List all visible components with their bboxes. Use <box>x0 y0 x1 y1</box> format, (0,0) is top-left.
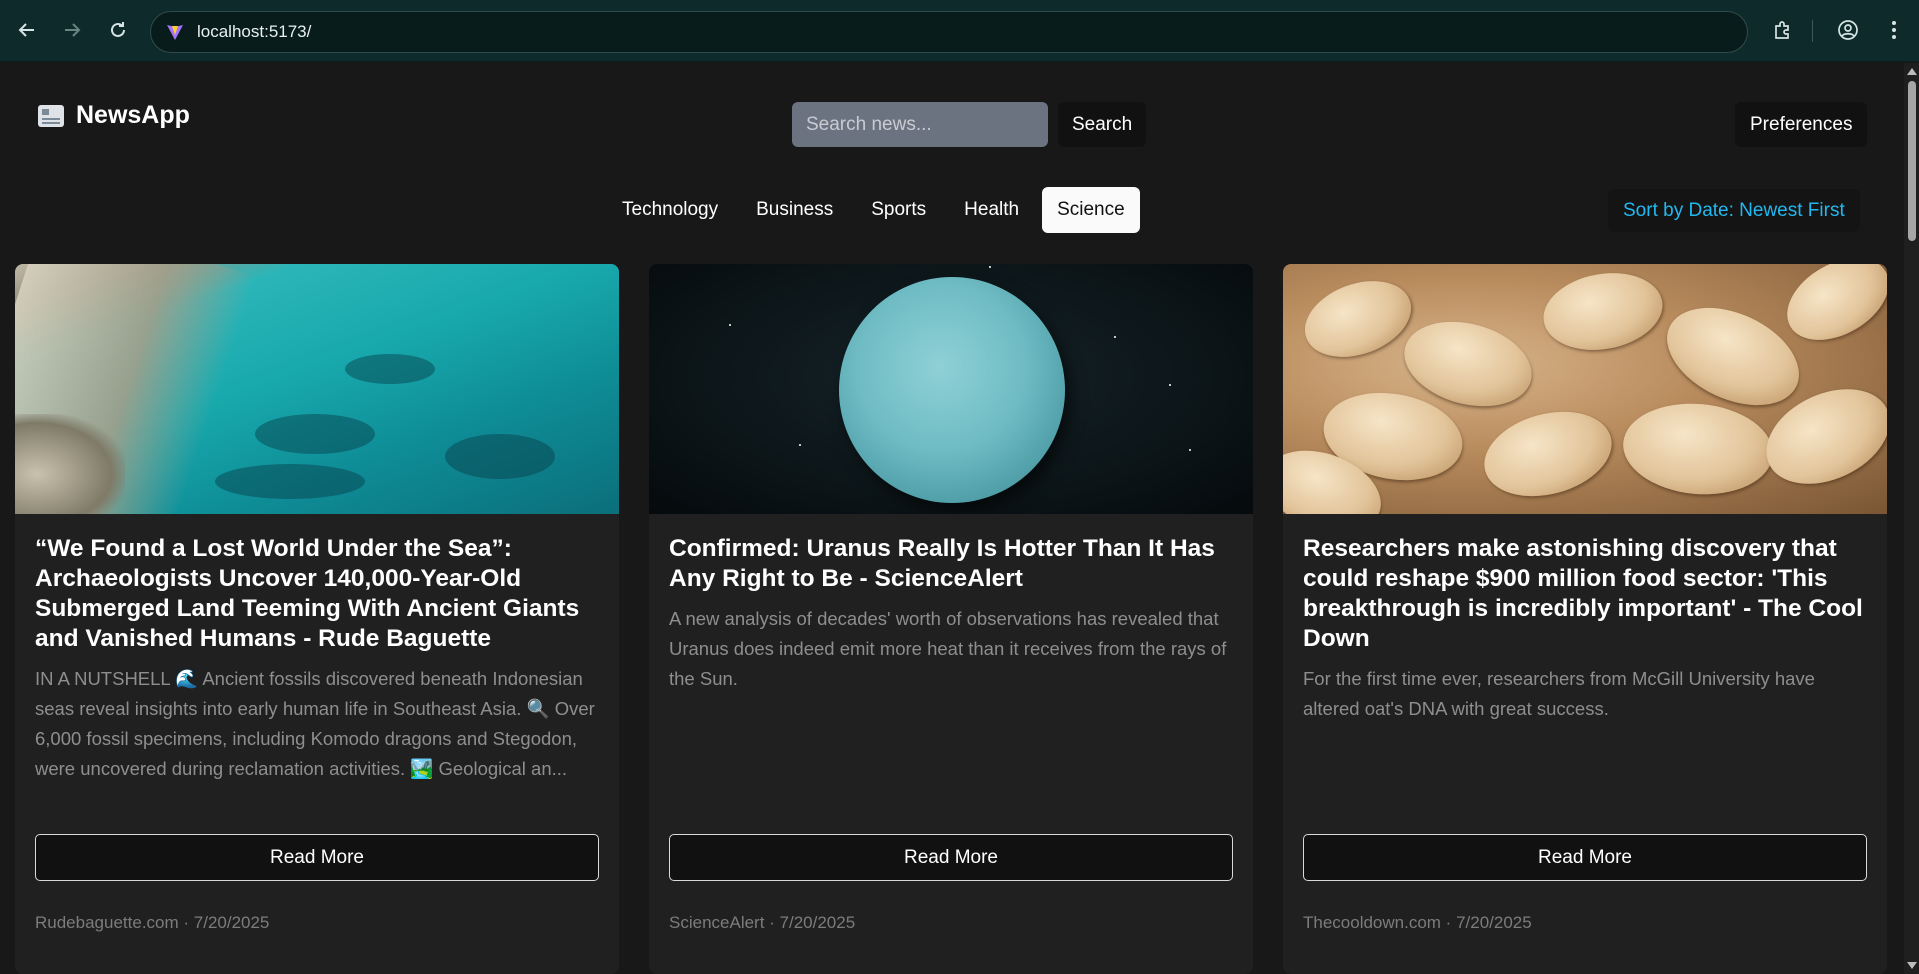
search-button[interactable]: Search <box>1058 102 1147 147</box>
tab-science[interactable]: Science <box>1042 187 1140 233</box>
article-description: IN A NUTSHELL 🌊 Ancient fossils discover… <box>35 668 595 779</box>
article-image[interactable] <box>15 264 619 514</box>
scroll-down-icon[interactable] <box>1907 962 1917 969</box>
read-more-button[interactable]: Read More <box>669 834 1233 881</box>
article-image[interactable] <box>649 264 1253 514</box>
app-logo[interactable]: NewsApp <box>38 101 190 130</box>
vite-icon <box>163 20 187 44</box>
browser-toolbar: localhost:5173/ <box>0 0 1919 62</box>
search-input[interactable] <box>792 102 1048 147</box>
profile-icon[interactable] <box>1833 15 1863 45</box>
article-description: A new analysis of decades' worth of obse… <box>669 608 1227 689</box>
scroll-up-icon[interactable] <box>1907 68 1917 75</box>
app-name: NewsApp <box>76 101 190 129</box>
scroll-thumb[interactable] <box>1908 81 1916 241</box>
forward-icon[interactable] <box>57 15 87 45</box>
article-card: Confirmed: Uranus Really Is Hotter Than … <box>649 264 1253 974</box>
article-card: Researchers make astonishing discovery t… <box>1283 264 1887 974</box>
url-text: localhost:5173/ <box>197 22 312 41</box>
article-meta: Thecooldown.com · 7/20/2025 <box>1303 913 1532 932</box>
tab-health[interactable]: Health <box>949 187 1034 233</box>
article-meta: Rudebaguette.com · 7/20/2025 <box>35 913 270 932</box>
article-card: “We Found a Lost World Under the Sea”: A… <box>15 264 619 974</box>
article-description: For the first time ever, researchers fro… <box>1303 668 1815 719</box>
newspaper-icon <box>38 104 64 127</box>
article-title[interactable]: Confirmed: Uranus Really Is Hotter Than … <box>669 534 1235 594</box>
article-title[interactable]: “We Found a Lost World Under the Sea”: A… <box>35 534 601 654</box>
page-content: NewsApp Search Preferences Technology Bu… <box>0 63 1904 974</box>
menu-kebab-icon[interactable] <box>1879 15 1909 45</box>
reload-icon[interactable] <box>103 15 133 45</box>
uranus-planet <box>839 277 1065 503</box>
toolbar-divider <box>1812 20 1813 42</box>
preferences-button[interactable]: Preferences <box>1735 102 1868 147</box>
sort-button[interactable]: Sort by Date: Newest First <box>1608 189 1860 232</box>
extensions-icon[interactable] <box>1767 15 1797 45</box>
article-image[interactable] <box>1283 264 1887 514</box>
read-more-button[interactable]: Read More <box>35 834 599 881</box>
tab-sports[interactable]: Sports <box>856 187 941 233</box>
tab-business[interactable]: Business <box>741 187 848 233</box>
tab-technology[interactable]: Technology <box>607 187 733 233</box>
category-tabs: Technology Business Sports Health Scienc… <box>607 187 1140 233</box>
address-bar[interactable]: localhost:5173/ <box>150 11 1748 53</box>
back-icon[interactable] <box>12 15 42 45</box>
article-title[interactable]: Researchers make astonishing discovery t… <box>1303 534 1869 654</box>
article-meta: ScienceAlert · 7/20/2025 <box>669 913 856 932</box>
read-more-button[interactable]: Read More <box>1303 834 1867 881</box>
page-scrollbar[interactable] <box>1904 63 1919 974</box>
